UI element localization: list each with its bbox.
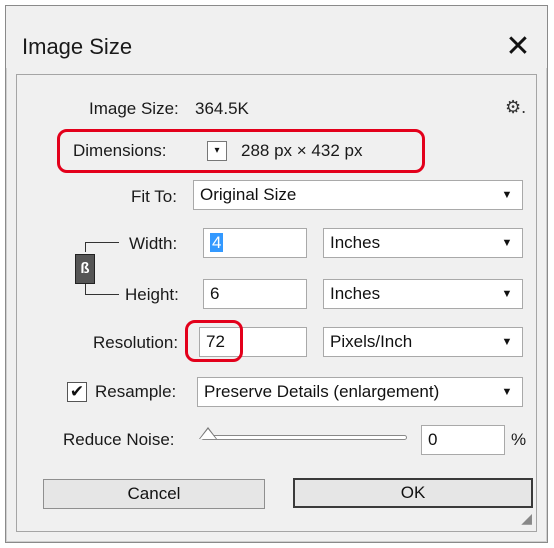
dialog-title: Image Size <box>22 34 133 59</box>
height-unit-select[interactable]: Inches ▼ <box>323 279 523 309</box>
reduce-noise-unit: % <box>511 430 527 449</box>
ok-button[interactable]: OK <box>293 478 533 508</box>
height-value: 6 <box>210 284 220 303</box>
link-line-bottom-vertical <box>85 284 86 294</box>
image-size-dialog: Image Size ✕ Image Size: 364.5K ⚙. Dimen… <box>5 5 548 543</box>
resample-label: Resample: <box>95 382 177 401</box>
height-input[interactable]: 6 <box>203 279 307 309</box>
reduce-noise-input[interactable]: 0 <box>421 425 505 455</box>
cancel-button[interactable]: Cancel <box>43 479 265 509</box>
image-size-value: 364.5K <box>195 99 249 118</box>
link-line-top-vertical <box>85 242 86 252</box>
reduce-noise-label: Reduce Noise: <box>63 430 175 449</box>
dimensions-label: Dimensions: <box>73 141 167 160</box>
chevron-down-icon: ▼ <box>501 386 513 398</box>
resample-checkbox[interactable]: ✔ <box>67 382 87 402</box>
reduce-noise-slider-track[interactable] <box>201 435 407 440</box>
resolution-unit-value: Pixels/Inch <box>330 332 413 351</box>
fit-to-select[interactable]: Original Size ▼ <box>193 180 523 210</box>
width-label: Width: <box>129 234 178 253</box>
close-icon[interactable]: ✕ <box>503 32 533 62</box>
resolution-unit-select[interactable]: Pixels/Inch ▼ <box>323 327 523 357</box>
height-unit-value: Inches <box>330 284 381 303</box>
chevron-down-icon: ▼ <box>501 336 513 348</box>
width-unit-select[interactable]: Inches ▼ <box>323 228 523 258</box>
height-label: Height: <box>125 285 179 304</box>
reduce-noise-value: 0 <box>428 430 438 449</box>
width-unit-value: Inches <box>330 233 381 252</box>
chevron-down-icon: ▼ <box>501 288 513 300</box>
dimensions-value: 288 px × 432 px <box>241 141 363 160</box>
resample-select[interactable]: Preserve Details (enlargement) ▼ <box>197 377 523 407</box>
title-bar: Image Size ✕ <box>6 6 547 68</box>
width-value: 4 <box>210 233 224 252</box>
chain-link-icon[interactable]: ß <box>75 254 95 284</box>
gear-icon[interactable]: ⚙. <box>505 97 526 118</box>
dimensions-dropdown-icon[interactable]: ▾ <box>207 141 227 161</box>
link-line-bottom <box>85 294 119 295</box>
fit-to-value: Original Size <box>200 185 297 204</box>
resolution-highlight <box>185 320 243 362</box>
chevron-down-icon: ▼ <box>501 189 513 201</box>
fit-to-label: Fit To: <box>131 187 177 206</box>
width-input[interactable]: 4 <box>203 228 307 258</box>
link-line-top <box>85 242 119 243</box>
resolution-label: Resolution: <box>93 333 179 352</box>
resize-grip-icon[interactable]: ◢ <box>514 509 532 527</box>
image-size-label: Image Size: <box>89 99 179 118</box>
dialog-body: Image Size: 364.5K ⚙. Dimensions: ▾ 288 … <box>16 74 537 532</box>
reduce-noise-slider-thumb-fill <box>200 429 216 439</box>
chevron-down-icon: ▼ <box>501 237 513 249</box>
resample-value: Preserve Details (enlargement) <box>204 382 440 401</box>
